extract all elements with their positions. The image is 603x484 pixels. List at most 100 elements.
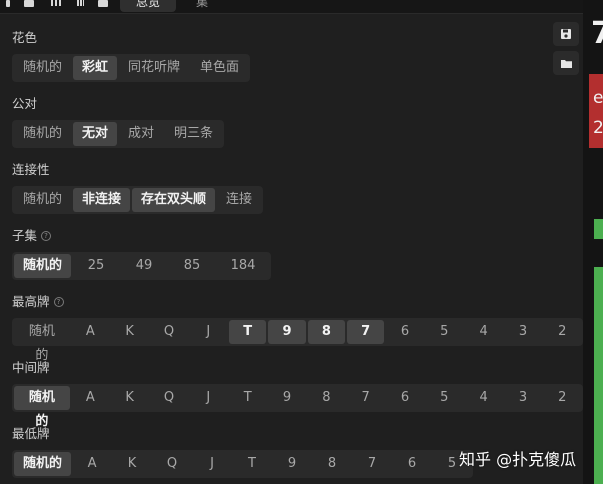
- green-bar: [594, 219, 603, 239]
- low-card-section: 最低牌 随机的 A K Q J T 9 8 7 6 5: [12, 426, 474, 478]
- option-chip-selected[interactable]: 7: [347, 320, 385, 344]
- partial-text: e: [593, 88, 603, 108]
- columns-icon[interactable]: [77, 0, 84, 7]
- connectivity-options: 随机的 非连接 存在双头顺 连接: [12, 186, 264, 214]
- option-chip-selected[interactable]: 存在双头顺: [132, 188, 216, 212]
- option-chip[interactable]: 85: [169, 254, 216, 278]
- option-chip[interactable]: 明三条: [165, 122, 223, 146]
- option-chip[interactable]: 3: [504, 386, 542, 410]
- pair-options: 随机的 无对 成对 明三条: [12, 120, 225, 148]
- option-chip[interactable]: 184: [217, 254, 270, 278]
- option-chip[interactable]: 5: [425, 386, 463, 410]
- toolbar-icon[interactable]: [24, 0, 34, 7]
- watermark: 知乎 @扑克傻瓜: [459, 450, 577, 469]
- option-chip[interactable]: 7: [353, 452, 392, 476]
- option-chip[interactable]: 随机的: [14, 320, 70, 363]
- option-chip[interactable]: 同花听牌: [119, 56, 190, 80]
- option-chip[interactable]: 单色面: [191, 56, 249, 80]
- option-chip[interactable]: 6: [386, 386, 424, 410]
- option-chip[interactable]: 7: [347, 386, 385, 410]
- option-chip-selected[interactable]: 8: [307, 320, 345, 344]
- subset-options: 随机的 25 49 85 184: [12, 252, 272, 280]
- option-chip-selected[interactable]: T: [229, 320, 267, 344]
- option-chip[interactable]: 2: [543, 386, 581, 410]
- section-label-row: 最高牌 ?: [12, 294, 583, 310]
- option-chip[interactable]: K: [111, 320, 149, 344]
- folder-icon: [560, 59, 572, 68]
- connectivity-section: 连接性 随机的 非连接 存在双头顺 连接: [12, 162, 264, 214]
- grid-icon[interactable]: [51, 0, 63, 7]
- option-chip[interactable]: 25: [73, 254, 120, 278]
- suit-options: 随机的 彩虹 同花听牌 单色面: [12, 54, 251, 82]
- option-chip[interactable]: 成对: [119, 122, 164, 146]
- option-chip-selected[interactable]: 随机的: [14, 386, 70, 429]
- section-label: 最高牌: [12, 294, 50, 309]
- option-chip[interactable]: 5: [425, 320, 463, 344]
- option-chip[interactable]: 9: [273, 452, 312, 476]
- tab-overview[interactable]: 总览: [120, 0, 176, 12]
- partial-number: 7: [591, 16, 603, 51]
- section-label: 子集: [12, 228, 38, 243]
- option-chip[interactable]: 随机的: [14, 56, 72, 80]
- option-chip[interactable]: 4: [464, 386, 503, 410]
- pair-section: 公对 随机的 无对 成对 明三条: [12, 96, 225, 148]
- option-chip[interactable]: A: [71, 386, 110, 410]
- option-chip[interactable]: A: [71, 320, 110, 344]
- option-chip[interactable]: T: [229, 386, 267, 410]
- tab-sets[interactable]: 集: [180, 0, 224, 12]
- green-bar: [594, 267, 603, 484]
- option-chip[interactable]: 随机的: [14, 122, 72, 146]
- option-chip[interactable]: 连接: [217, 188, 262, 212]
- option-chip[interactable]: J: [189, 386, 228, 410]
- option-chip[interactable]: Q: [150, 320, 188, 344]
- suit-section: 花色 随机的 彩虹 同花听牌 单色面: [12, 30, 251, 82]
- option-chip[interactable]: 4: [464, 320, 503, 344]
- option-chip-selected[interactable]: 彩虹: [73, 56, 118, 80]
- toolbar-icon[interactable]: [6, 0, 10, 7]
- help-icon[interactable]: ?: [53, 297, 64, 307]
- top-toolbar: 总览 集: [0, 0, 603, 14]
- save-button[interactable]: [553, 22, 579, 46]
- section-label: 中间牌: [12, 360, 50, 375]
- option-chip-selected[interactable]: 无对: [73, 122, 118, 146]
- mid-card-section: 中间牌 随机的 A K Q J T 9 8 7 6 5 4 3 2: [12, 360, 583, 429]
- high-card-options: 随机的 A K Q J T 9 8 7 6 5 4 3 2: [12, 318, 583, 363]
- option-chip-selected[interactable]: 非连接: [73, 188, 131, 212]
- option-chip-selected[interactable]: 9: [268, 320, 306, 344]
- section-label-row: 子集 ?: [12, 228, 271, 244]
- open-folder-button[interactable]: [553, 51, 579, 75]
- section-label: 连接性: [12, 162, 50, 177]
- option-chip-selected[interactable]: 随机的: [14, 254, 72, 278]
- option-chip[interactable]: 8: [307, 386, 345, 410]
- board-filter-panel: 花色 随机的 彩虹 同花听牌 单色面 公对 随机的 无对 成对 明三条 连接性 …: [0, 14, 583, 484]
- toolbar-icon[interactable]: [98, 0, 108, 7]
- partial-text: 21: [593, 118, 603, 138]
- option-chip[interactable]: J: [193, 452, 232, 476]
- option-chip[interactable]: Q: [150, 386, 188, 410]
- option-chip[interactable]: Q: [153, 452, 192, 476]
- adjacent-panel-edge: 7 e 21: [583, 0, 603, 484]
- option-chip[interactable]: 随机的: [14, 188, 72, 212]
- high-card-section: 最高牌 ? 随机的 A K Q J T 9 8 7 6 5 4 3 2: [12, 294, 583, 363]
- option-chip[interactable]: T: [233, 452, 272, 476]
- option-chip[interactable]: 6: [386, 320, 424, 344]
- option-chip-selected[interactable]: 随机的: [14, 452, 72, 476]
- help-icon[interactable]: ?: [41, 231, 52, 241]
- section-label: 最低牌: [12, 426, 50, 441]
- subset-section: 子集 ? 随机的 25 49 85 184: [12, 228, 272, 280]
- option-chip[interactable]: 8: [313, 452, 352, 476]
- section-label: 公对: [12, 96, 38, 111]
- option-chip[interactable]: 2: [543, 320, 581, 344]
- save-icon: [561, 29, 571, 39]
- option-chip[interactable]: K: [111, 386, 149, 410]
- option-chip[interactable]: 49: [121, 254, 168, 278]
- option-chip[interactable]: 6: [393, 452, 432, 476]
- low-card-options: 随机的 A K Q J T 9 8 7 6 5: [12, 450, 474, 478]
- option-chip[interactable]: 9: [268, 386, 306, 410]
- option-chip[interactable]: J: [189, 320, 228, 344]
- option-chip[interactable]: 3: [504, 320, 542, 344]
- option-chip[interactable]: K: [113, 452, 152, 476]
- red-highlight-block: e 21: [589, 74, 603, 148]
- section-label: 花色: [12, 30, 38, 45]
- option-chip[interactable]: A: [73, 452, 112, 476]
